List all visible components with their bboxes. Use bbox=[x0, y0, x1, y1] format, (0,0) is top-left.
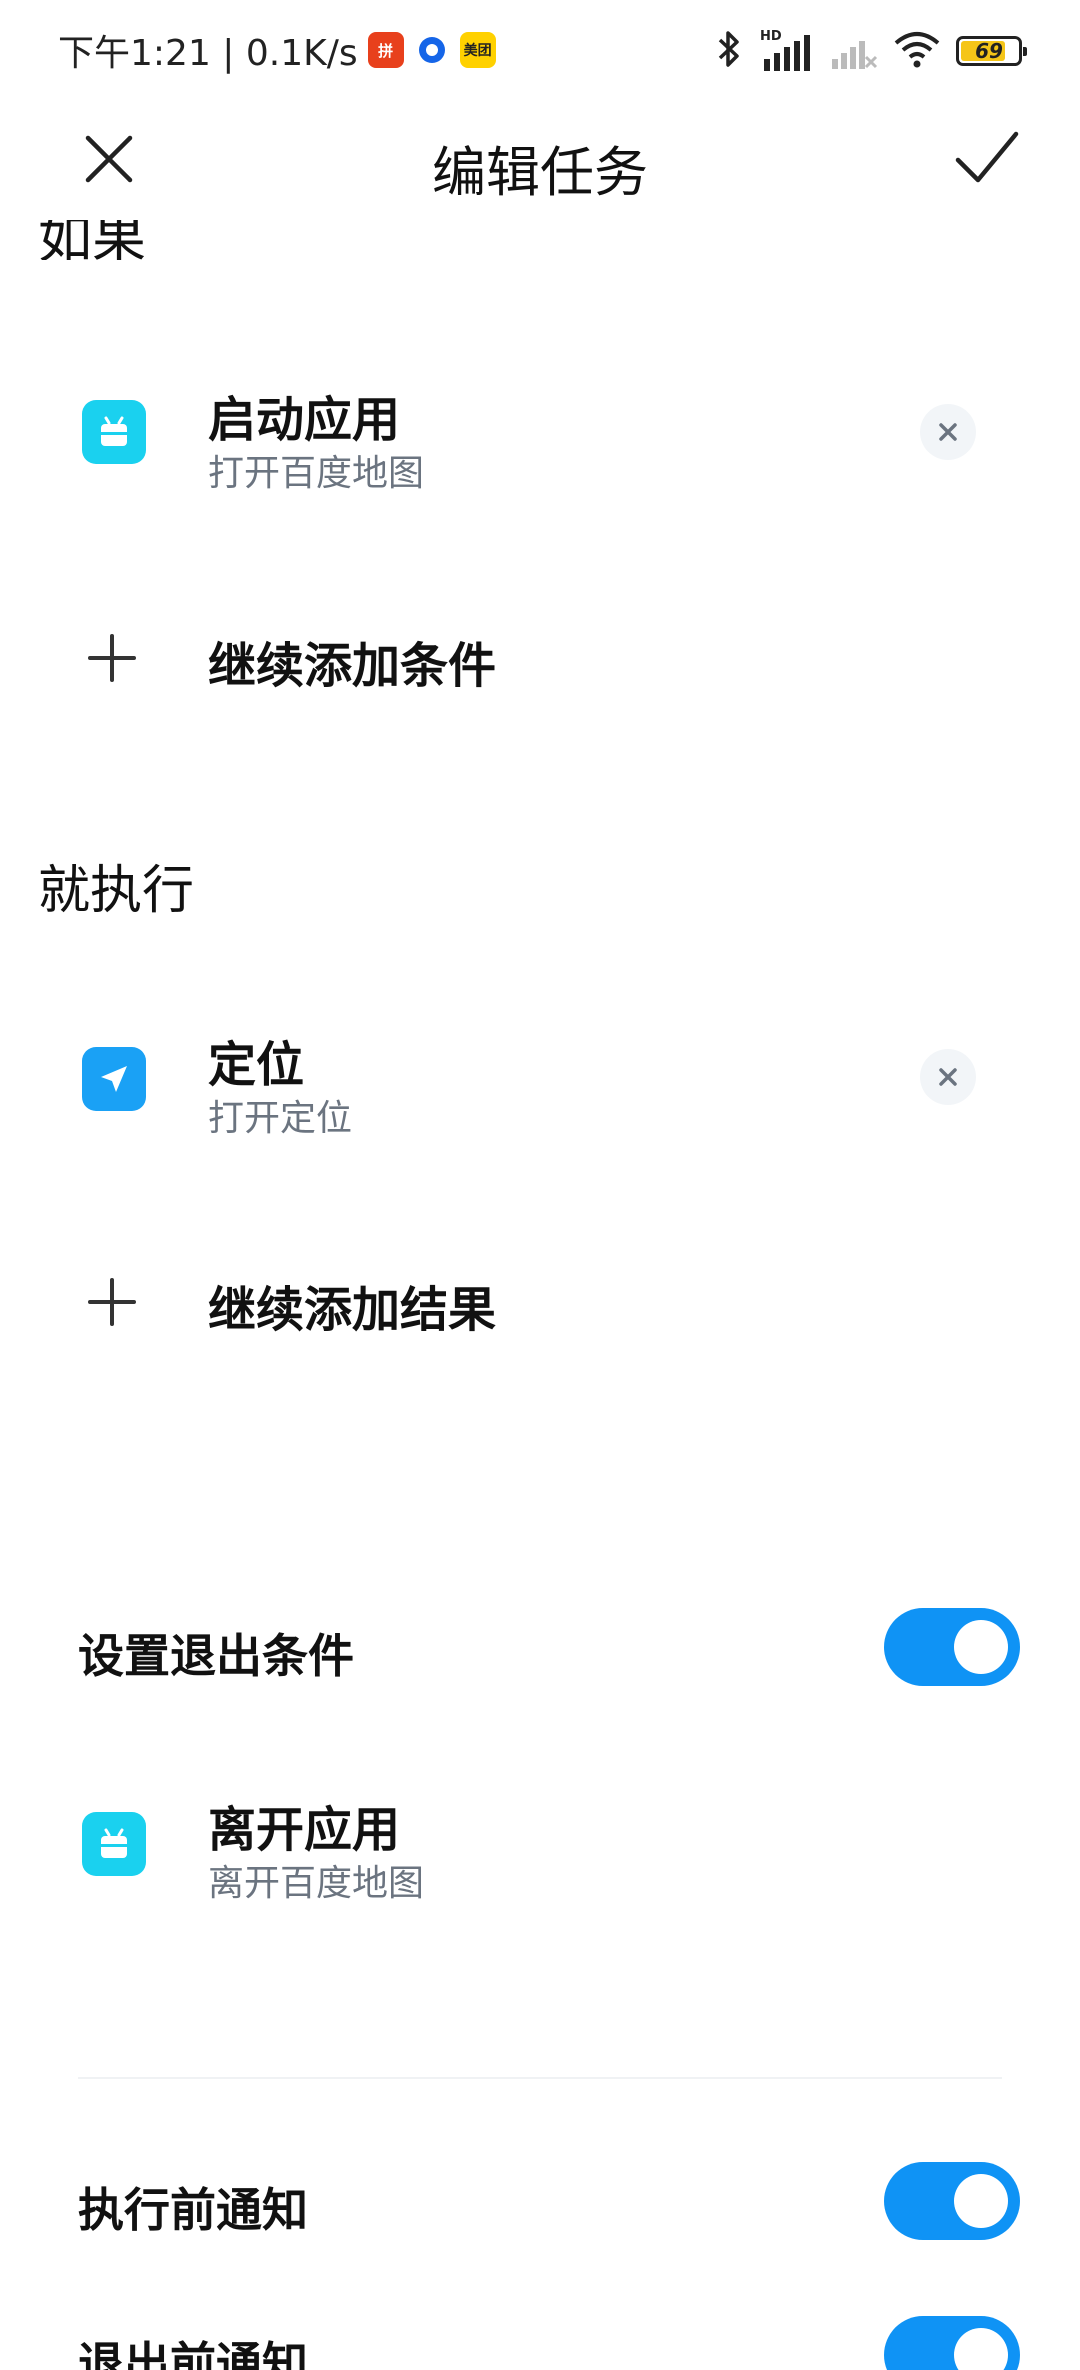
notify-before-exit-toggle[interactable] bbox=[884, 2316, 1020, 2370]
battery-level: 69 bbox=[975, 39, 1003, 63]
status-right: HD 69 bbox=[712, 27, 1027, 75]
toggle-knob bbox=[954, 1620, 1008, 1674]
result-item[interactable]: 定位 打开定位 bbox=[0, 1025, 1080, 1145]
exit-condition-toggle[interactable] bbox=[884, 1608, 1020, 1686]
bluetooth-icon bbox=[712, 29, 746, 73]
pinduoduo-badge-icon: 拼 bbox=[367, 32, 404, 68]
signal-no-service-icon bbox=[830, 27, 878, 75]
plus-icon bbox=[86, 1276, 138, 1328]
notify-before-execute-toggle[interactable] bbox=[884, 2162, 1020, 2240]
android-app-icon bbox=[82, 400, 146, 464]
exit-condition-item[interactable]: 离开应用 离开百度地图 bbox=[0, 1790, 1080, 1910]
notify-before-exit-label: 退出前通知 bbox=[78, 2337, 308, 2370]
exit-item-title: 离开应用 bbox=[208, 1802, 401, 1858]
page-title: 编辑任务 bbox=[432, 141, 648, 204]
meituan-badge-icon: 美团 bbox=[459, 32, 496, 68]
condition-title: 启动应用 bbox=[208, 392, 401, 448]
close-icon bbox=[939, 423, 957, 441]
add-condition-label: 继续添加条件 bbox=[208, 638, 497, 694]
remove-result-button[interactable] bbox=[920, 1049, 976, 1105]
exit-condition-label: 设置退出条件 bbox=[78, 1629, 354, 1683]
toggle-knob bbox=[954, 2328, 1008, 2370]
remove-condition-button[interactable] bbox=[920, 404, 976, 460]
condition-item[interactable]: 启动应用 打开百度地图 bbox=[0, 380, 1080, 500]
android-app-icon bbox=[82, 1812, 146, 1876]
condition-subtitle: 打开百度地图 bbox=[208, 453, 425, 494]
battery-icon: 69 bbox=[956, 36, 1027, 66]
plus-icon bbox=[86, 632, 138, 684]
status-time-speed: 下午1:21 | 0.1K/s bbox=[58, 33, 358, 74]
result-title: 定位 bbox=[208, 1037, 305, 1093]
signal-hd-icon: HD bbox=[760, 29, 816, 73]
notify-before-execute-label: 执行前通知 bbox=[78, 2183, 308, 2237]
result-subtitle: 打开定位 bbox=[208, 1098, 353, 1139]
confirm-check-icon[interactable] bbox=[952, 126, 1022, 190]
add-condition-button[interactable]: 继续添加条件 bbox=[0, 620, 1080, 700]
location-arrow-icon bbox=[82, 1047, 146, 1111]
divider bbox=[78, 2077, 1002, 2079]
header: 编辑任务 bbox=[0, 100, 1080, 220]
exit-condition-setting: 设置退出条件 bbox=[0, 1608, 1080, 1688]
notify-before-execute-setting: 执行前通知 bbox=[0, 2162, 1080, 2242]
blue-app-badge-icon bbox=[413, 32, 450, 68]
if-section-label: 如果 bbox=[38, 220, 146, 260]
add-result-button[interactable]: 继续添加结果 bbox=[0, 1264, 1080, 1344]
if-section-title: 如果 bbox=[38, 220, 338, 260]
add-result-label: 继续添加结果 bbox=[208, 1282, 497, 1338]
toggle-knob bbox=[954, 2174, 1008, 2228]
close-icon bbox=[939, 1068, 957, 1086]
notify-before-exit-setting: 退出前通知 bbox=[0, 2316, 1080, 2370]
wifi-icon bbox=[892, 29, 942, 73]
status-left: 下午1:21 | 0.1K/s 拼 美团 bbox=[58, 26, 496, 74]
exit-item-subtitle: 离开百度地图 bbox=[208, 1863, 425, 1904]
then-section-title: 就执行 bbox=[38, 861, 195, 921]
status-bar: 下午1:21 | 0.1K/s 拼 美团 HD 69 bbox=[0, 0, 1080, 100]
